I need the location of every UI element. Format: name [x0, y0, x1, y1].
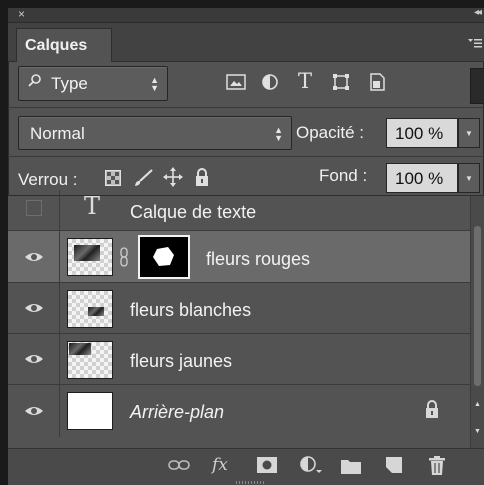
layers-panel: × ◂◂ Calques Type ▲ ▼ T Normal ▲ ▼ Opacité… [8, 7, 484, 485]
tab-label: Calques [25, 37, 88, 54]
add-mask-icon[interactable] [257, 457, 277, 478]
blend-mode-label: Normal [30, 124, 85, 143]
smart-object-filter-icon[interactable] [368, 72, 390, 94]
layer-lock-icon [424, 399, 440, 424]
eye-icon [25, 304, 43, 312]
flowers-image-thumbnail [69, 343, 91, 355]
collapse-panel-icon[interactable]: ◂◂ [474, 7, 482, 18]
layer-thumbnail [67, 341, 113, 379]
layer-row-fleurs-jaunes[interactable]: fleurs jaunes [8, 334, 470, 385]
divider [8, 156, 484, 157]
text-layer-thumbnail-icon: T [84, 192, 101, 220]
new-adjustment-layer-icon[interactable] [300, 456, 322, 479]
layer-row-arriere-plan[interactable]: Arrière-plan [8, 385, 470, 437]
opacity-slider-button[interactable]: ▼ [458, 118, 480, 148]
eye-icon [25, 253, 43, 261]
filter-type-dropdown[interactable]: Type ▲ ▼ [18, 66, 168, 101]
layer-name[interactable]: Arrière-plan [130, 402, 224, 423]
close-panel-icon[interactable]: × [18, 7, 25, 21]
flowers-image-thumbnail [88, 307, 104, 316]
filter-type-label: Type [51, 74, 88, 93]
lock-position-icon[interactable] [163, 167, 183, 192]
eye-icon [25, 355, 43, 363]
chain-link-icon[interactable] [119, 247, 129, 272]
divider [8, 107, 484, 108]
layer-thumbnail [67, 290, 113, 328]
delete-layer-icon[interactable] [428, 456, 446, 481]
layer-name[interactable]: fleurs jaunes [130, 351, 232, 372]
new-layer-icon[interactable] [385, 456, 403, 479]
lock-all-icon[interactable] [194, 167, 210, 192]
mask-shape-icon [153, 247, 174, 266]
search-icon [27, 73, 43, 94]
tab-calques[interactable]: Calques [16, 28, 112, 62]
chevron-updown-icon: ▲ ▼ [274, 125, 283, 143]
eye-icon [25, 407, 43, 415]
chevron-updown-icon: ▲ ▼ [150, 75, 159, 93]
fill-slider-button[interactable]: ▼ [458, 163, 480, 193]
layer-style-icon[interactable]: fx [212, 455, 228, 475]
visibility-toggle[interactable] [8, 385, 60, 437]
layers-scrollbar[interactable]: ▲ ▼ [470, 196, 484, 448]
layer-name[interactable]: Calque de texte [130, 202, 256, 223]
fill-input[interactable]: 100 % [386, 163, 458, 193]
opacity-label: Opacité : [296, 123, 365, 142]
visibility-toggle[interactable] [8, 283, 60, 333]
visibility-toggle[interactable] [8, 190, 60, 230]
layer-row-fleurs-blanches[interactable]: fleurs blanches [8, 283, 470, 334]
shape-filter-icon[interactable] [331, 73, 353, 95]
panel-menu-icon[interactable] [468, 35, 482, 51]
visibility-toggle[interactable] [8, 231, 60, 282]
scroll-up-icon[interactable]: ▲ [474, 401, 481, 408]
layer-mask-thumbnail[interactable] [138, 235, 190, 279]
lock-transparent-pixels-icon[interactable] [105, 170, 121, 191]
visibility-off-box [26, 200, 42, 216]
lock-label: Verrou : [18, 170, 78, 189]
layer-thumbnail [67, 392, 113, 430]
filter-toggle-button[interactable] [470, 68, 484, 104]
image-filter-icon[interactable] [226, 73, 248, 95]
layers-footer: fx [8, 448, 484, 485]
layers-list: T Calque de texte fleurs rouges fleurs b… [8, 190, 470, 448]
text-filter-icon[interactable]: T [298, 69, 320, 93]
opacity-input[interactable]: 100 % [386, 118, 458, 148]
layer-row-fleurs-rouges[interactable]: fleurs rouges [8, 231, 470, 283]
adjustment-filter-icon[interactable] [261, 73, 283, 95]
blend-mode-dropdown[interactable]: Normal ▲ ▼ [18, 116, 292, 150]
panel-title-bar: × ◂◂ [8, 7, 484, 23]
layer-name[interactable]: fleurs rouges [206, 249, 310, 270]
visibility-toggle[interactable] [8, 334, 60, 384]
link-layers-icon[interactable] [168, 458, 190, 477]
scroll-down-icon[interactable]: ▼ [474, 428, 481, 435]
flowers-image-thumbnail [74, 245, 100, 261]
scrollbar-thumb[interactable] [474, 226, 481, 386]
new-group-icon[interactable] [341, 458, 361, 479]
layer-row-calque-de-texte[interactable]: T Calque de texte [8, 190, 470, 231]
layer-thumbnail [67, 238, 113, 276]
fill-label: Fond : [319, 166, 368, 185]
layer-name[interactable]: fleurs blanches [130, 300, 251, 321]
tab-strip: Calques [8, 23, 484, 62]
